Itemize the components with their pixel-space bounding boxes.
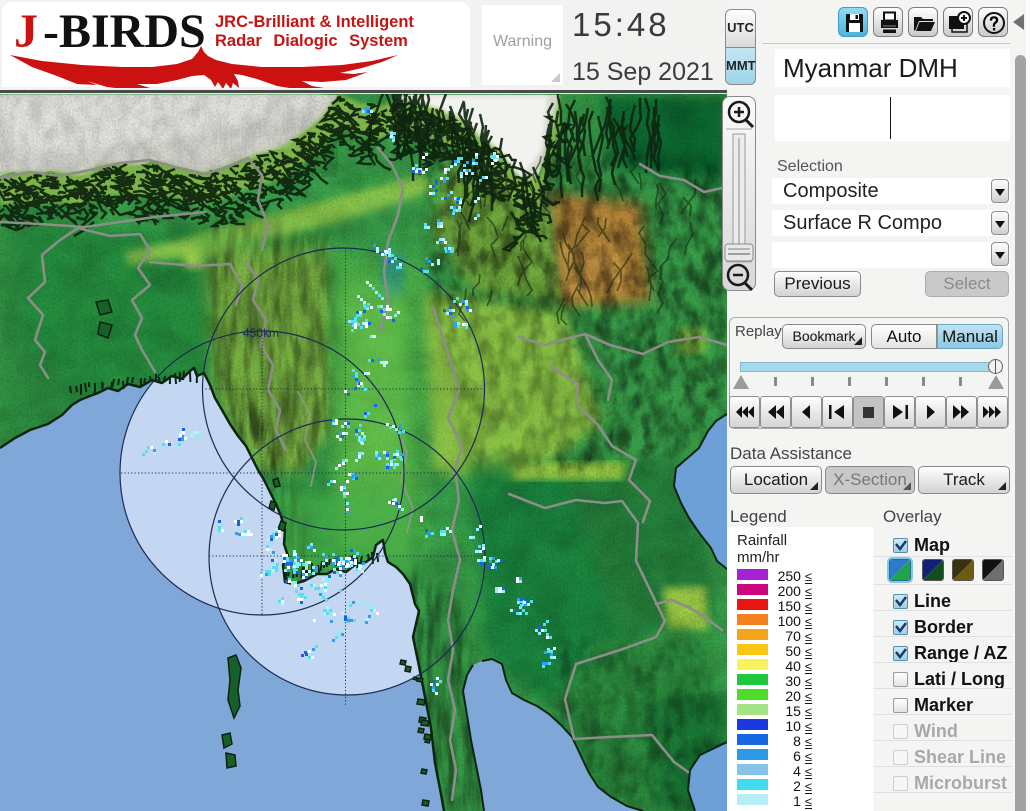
- svg-text:Radar Dialogic System: Radar Dialogic System: [215, 32, 408, 50]
- svg-text:JRC-Brilliant & Intelligent: JRC-Brilliant & Intelligent: [215, 13, 414, 31]
- svg-text:450km: 450km: [243, 326, 279, 340]
- svg-text:J: J: [14, 5, 38, 58]
- svg-text:-BIRDS: -BIRDS: [43, 5, 206, 58]
